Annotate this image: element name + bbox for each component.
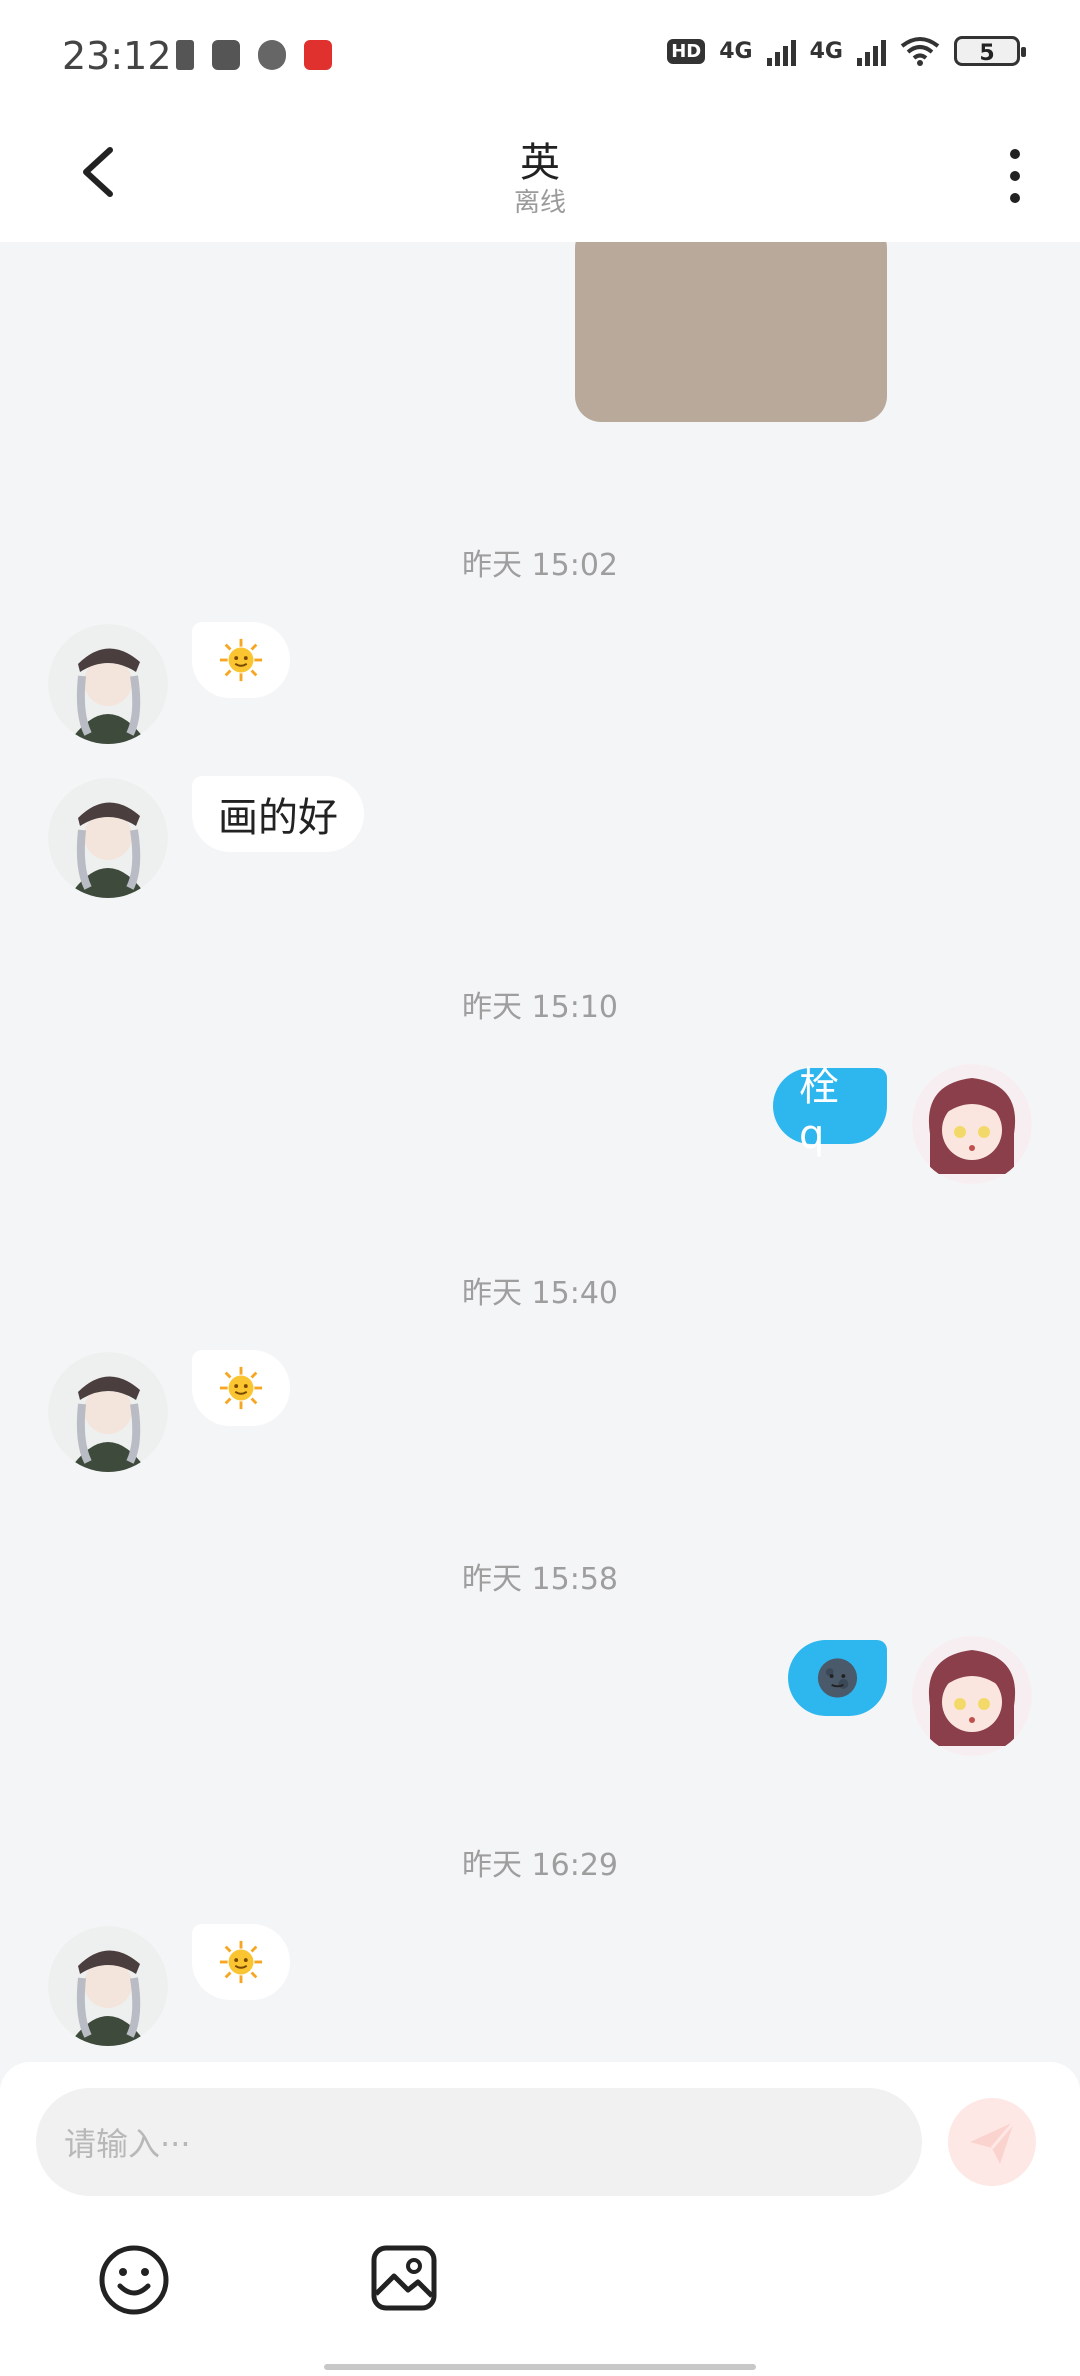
sun-emoji	[219, 638, 263, 682]
avatar-self[interactable]	[912, 1064, 1032, 1184]
sun-emoji	[219, 1366, 263, 1410]
input-placeholder: 请输入···	[64, 2125, 191, 2163]
hd-icon: HD	[667, 38, 706, 64]
message-input[interactable]: 请输入···	[36, 2088, 922, 2196]
app-notification-icon	[212, 40, 240, 70]
send-button[interactable]	[948, 2098, 1036, 2186]
battery-icon: 5	[954, 36, 1026, 66]
wechat-icon	[258, 40, 286, 70]
image-message[interactable]	[575, 242, 887, 422]
time-separator: 昨天 15:02	[462, 548, 618, 583]
message-bubble-incoming[interactable]	[192, 1350, 290, 1426]
avatar-contact[interactable]	[48, 1352, 168, 1472]
avatar-self[interactable]	[912, 1636, 1032, 1756]
status-bar: 23:12 HD 4G 4G 5	[0, 0, 1080, 118]
avatar-contact[interactable]	[48, 778, 168, 898]
sun-emoji	[219, 1940, 263, 1984]
chat-status: 离线	[513, 188, 566, 218]
more-vertical-icon[interactable]	[1000, 144, 1030, 208]
message-text: 画的好	[218, 795, 338, 841]
battery-saver-icon	[176, 40, 194, 70]
time-separator: 昨天 15:58	[462, 1562, 618, 1597]
time-separator: 昨天 15:40	[462, 1276, 618, 1311]
network-label-1: 4G	[719, 38, 753, 64]
avatar-contact[interactable]	[48, 1926, 168, 2046]
status-time: 23:12	[62, 34, 172, 78]
home-indicator[interactable]	[324, 2364, 756, 2370]
chat-title: 英	[520, 140, 560, 186]
image-icon[interactable]	[370, 2244, 438, 2312]
signal-icon	[857, 36, 886, 66]
avatar-contact[interactable]	[48, 624, 168, 744]
network-label-2: 4G	[809, 38, 843, 64]
input-bar: 请输入···	[0, 2062, 1080, 2376]
wifi-icon	[900, 37, 940, 66]
message-bubble-outgoing[interactable]: 栓q	[773, 1064, 887, 1158]
time-separator: 昨天 16:29	[462, 1848, 618, 1883]
message-bubble-incoming[interactable]: 画的好	[192, 776, 364, 852]
smile-icon[interactable]	[98, 2244, 170, 2316]
moon-emoji	[817, 1658, 858, 1698]
message-text: 栓q	[799, 1064, 839, 1158]
time-separator: 昨天 15:10	[462, 990, 618, 1025]
message-bubble-incoming[interactable]	[192, 1924, 290, 2000]
message-bubble-outgoing[interactable]	[788, 1640, 887, 1716]
status-right-icons: HD 4G 4G 5	[667, 36, 1026, 66]
send-icon	[970, 2121, 1016, 2164]
status-left-icons	[176, 40, 332, 70]
signal-icon	[766, 36, 796, 66]
message-list[interactable]: 昨天 15:02 画的好 昨天 15:10 栓q 昨天 15:40 昨天 15:…	[0, 242, 1080, 2062]
taobao-icon	[304, 40, 332, 70]
chat-header: 英 离线	[0, 118, 1080, 242]
message-bubble-incoming[interactable]	[192, 622, 290, 698]
